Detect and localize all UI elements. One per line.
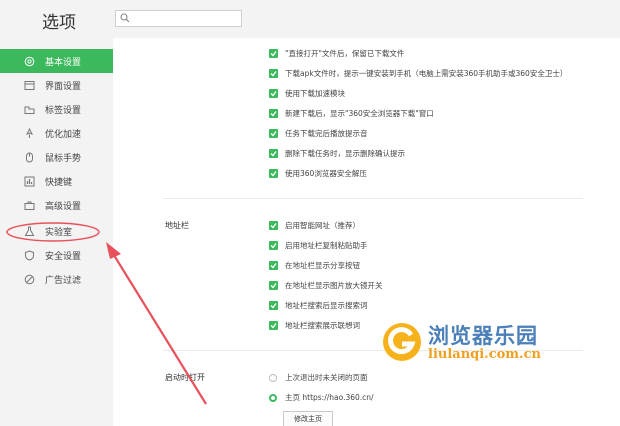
sidebar-item-mouse-gestures[interactable]: 鼠标手势 xyxy=(0,145,113,169)
sidebar-item-advanced[interactable]: 高级设置 xyxy=(0,193,113,217)
window-icon xyxy=(24,80,35,91)
watermark-name: 浏览器乐园 xyxy=(428,324,538,348)
startup-section-label: 启动时打开 xyxy=(165,373,205,382)
checkbox[interactable] xyxy=(269,221,278,230)
option-label: 在地址栏显示图片放大镜开关 xyxy=(285,281,383,290)
checkbox[interactable] xyxy=(269,241,278,250)
toolbox-icon xyxy=(24,200,35,211)
sidebar-item-label: 优化加速 xyxy=(45,129,82,140)
flask-icon xyxy=(24,226,35,237)
option-label: 使用下载加速模块 xyxy=(285,89,345,98)
checkbox[interactable] xyxy=(269,89,278,98)
search-icon xyxy=(120,13,130,23)
sidebar-item-shortcuts[interactable]: 快捷键 xyxy=(0,169,113,193)
header: 选项 xyxy=(0,0,620,38)
download-option[interactable]: 使用下载加速模块 xyxy=(269,88,345,99)
sidebar-item-tabs[interactable]: 标签设置 xyxy=(0,97,113,121)
address-bar-option[interactable]: 在地址栏显示图片放大镜开关 xyxy=(269,280,383,291)
checkbox[interactable] xyxy=(269,301,278,310)
address-bar-option[interactable]: 启用地址栏复制粘贴助手 xyxy=(269,240,368,251)
edit-homepage-button[interactable]: 修改主页 xyxy=(283,411,333,426)
option-label: 任务下载完后播放提示音 xyxy=(285,129,368,138)
tab-icon xyxy=(24,104,35,115)
sidebar-item-label: 鼠标手势 xyxy=(45,153,82,164)
option-label: 上次退出时未关闭的页面 xyxy=(285,373,368,382)
option-label: 启用地址栏复制粘贴助手 xyxy=(285,241,368,250)
download-option[interactable]: 新建下载后，显示"360安全浏览器下载"窗口 xyxy=(269,108,434,119)
gear-icon xyxy=(24,56,35,67)
checkbox[interactable] xyxy=(269,321,278,330)
watermark-g-icon xyxy=(383,323,421,361)
sidebar-item-label: 标签设置 xyxy=(45,105,82,116)
address-bar-option[interactable]: 启用智能网址（推荐） xyxy=(269,220,360,231)
option-label: 主页 https://hao.360.cn/ xyxy=(285,393,374,402)
address-bar-section-label: 地址栏 xyxy=(165,221,189,230)
checkbox[interactable] xyxy=(269,69,278,78)
option-label: 新建下载后，显示"360安全浏览器下载"窗口 xyxy=(285,109,434,118)
watermark-url: liulanqi.com.cn xyxy=(428,347,541,362)
sidebar: 基本设置 界面设置 标签设置 优化加速 鼠标手势 快捷键 高级设置 实验室 安全… xyxy=(0,38,113,426)
download-option[interactable]: 删除下载任务时，显示删除确认提示 xyxy=(269,148,405,159)
rocket-icon xyxy=(24,127,35,139)
chart-icon xyxy=(24,176,35,187)
shield-icon xyxy=(24,249,35,261)
sidebar-item-label: 基本设置 xyxy=(45,57,82,68)
option-label: 地址栏搜索后显示搜索词 xyxy=(285,301,368,310)
mouse-icon xyxy=(24,152,35,163)
download-option[interactable]: "直接打开"文件后，保留已下载文件 xyxy=(269,48,404,59)
checkbox[interactable] xyxy=(269,49,278,58)
download-option[interactable]: 任务下载完后播放提示音 xyxy=(269,128,368,139)
radio-button[interactable] xyxy=(269,373,277,382)
sidebar-item-label: 实验室 xyxy=(45,227,73,238)
address-bar-option[interactable]: 地址栏搜索后显示搜索词 xyxy=(269,300,368,311)
sidebar-item-lab[interactable]: 实验室 xyxy=(0,219,113,243)
sidebar-item-label: 高级设置 xyxy=(45,201,82,212)
option-label: 启用智能网址（推荐） xyxy=(285,221,360,230)
option-label: 使用360浏览器安全解压 xyxy=(285,169,367,178)
sidebar-item-basic[interactable]: 基本设置 xyxy=(0,49,113,73)
page-title: 选项 xyxy=(42,13,76,33)
sidebar-item-ad-filter[interactable]: 广告过滤 xyxy=(0,267,113,291)
checkbox[interactable] xyxy=(269,281,278,290)
option-label: 下载apk文件时，提示一键安装到手机（电脑上需安装360手机助手或360安全卫士… xyxy=(285,69,568,78)
sidebar-item-interface[interactable]: 界面设置 xyxy=(0,73,113,97)
sidebar-item-label: 界面设置 xyxy=(45,81,82,92)
download-option[interactable]: 使用360浏览器安全解压 xyxy=(269,168,367,179)
checkbox[interactable] xyxy=(269,149,278,158)
checkbox[interactable] xyxy=(269,129,278,138)
block-icon xyxy=(24,274,35,285)
option-label: 地址栏搜索展示联想词 xyxy=(285,321,360,330)
sidebar-item-security[interactable]: 安全设置 xyxy=(0,243,113,267)
divider xyxy=(163,198,583,199)
watermark-logo: 浏览器乐园 liulanqi.com.cn xyxy=(380,318,550,368)
search-input[interactable] xyxy=(115,10,242,27)
sidebar-item-label: 广告过滤 xyxy=(45,275,82,286)
address-bar-option[interactable]: 在地址栏显示分享按钮 xyxy=(269,260,360,271)
startup-option-homepage[interactable]: 主页 https://hao.360.cn/ xyxy=(269,392,374,403)
radio-button[interactable] xyxy=(269,393,277,402)
sidebar-item-label: 快捷键 xyxy=(45,177,73,188)
sidebar-item-label: 安全设置 xyxy=(45,251,82,262)
download-option[interactable]: 下载apk文件时，提示一键安装到手机（电脑上需安装360手机助手或360安全卫士… xyxy=(269,68,567,79)
checkbox[interactable] xyxy=(269,109,278,118)
checkbox[interactable] xyxy=(269,261,278,270)
address-bar-option[interactable]: 地址栏搜索展示联想词 xyxy=(269,320,360,331)
startup-option-last-session[interactable]: 上次退出时未关闭的页面 xyxy=(269,372,368,383)
sidebar-item-speedup[interactable]: 优化加速 xyxy=(0,121,113,145)
option-label: 删除下载任务时，显示删除确认提示 xyxy=(285,149,405,158)
option-label: "直接打开"文件后，保留已下载文件 xyxy=(285,49,405,58)
option-label: 在地址栏显示分享按钮 xyxy=(285,261,360,270)
checkbox[interactable] xyxy=(269,169,278,178)
